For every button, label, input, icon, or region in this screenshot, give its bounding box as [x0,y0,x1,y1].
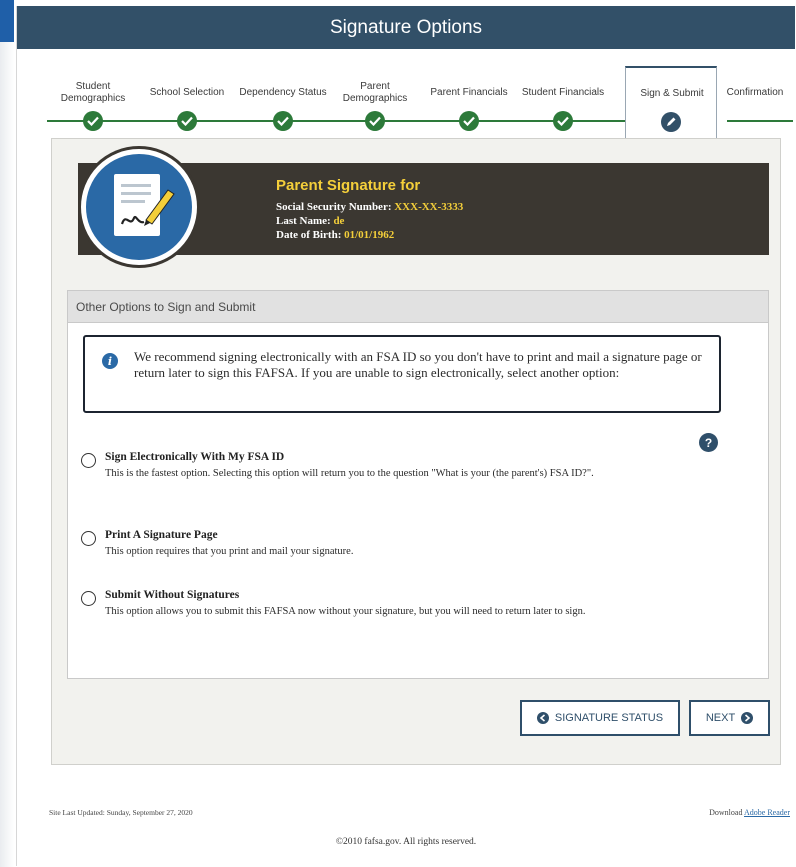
signature-status-label: SIGNATURE STATUS [554,712,664,724]
option-description: This option requires that you print and … [105,546,354,557]
check-icon [273,111,293,131]
check-icon [459,111,479,131]
step-confirmation[interactable]: Confirmation [717,66,793,141]
fafsa-app: Signature Options Student Demographics S… [16,6,795,866]
option-print-signature-page[interactable]: Print A Signature Page This option requi… [81,529,721,561]
step-label: Student Demographics [60,81,126,104]
check-icon [553,111,573,131]
last-name-row: Last Name: de [276,215,344,227]
step-parent-financials[interactable]: Parent Financials [423,66,515,141]
check-icon [365,111,385,131]
pencil-icon [661,112,681,132]
step-student-financials[interactable]: Student Financials [517,66,609,141]
radio-print-signature-page[interactable] [81,531,96,546]
adobe-reader-link[interactable]: Adobe Reader [744,808,790,817]
download-label: Download [709,808,743,817]
check-icon [83,111,103,131]
step-label: School Selection [149,87,225,98]
main-panel: Parent Signature for Social Security Num… [51,138,781,765]
option-title: Submit Without Signatures [105,589,240,601]
arrow-left-icon [536,712,549,724]
step-school-selection[interactable]: School Selection [141,66,233,141]
left-edge-shade [0,42,14,867]
option-sign-electronically[interactable]: Sign Electronically With My FSA ID This … [81,451,721,497]
step-sign-submit[interactable]: Sign & Submit [625,66,717,142]
option-title: Print A Signature Page [105,529,218,541]
step-label: Parent Demographics [342,81,408,104]
ssn-label: Social Security Number: [276,201,392,213]
signature-status-button[interactable]: SIGNATURE STATUS [520,700,680,736]
left-edge-accent [0,0,14,42]
check-icon [177,111,197,131]
next-label: NEXT [705,712,736,724]
step-label: Sign & Submit [640,88,704,99]
signature-banner: Parent Signature for Social Security Num… [78,149,769,265]
help-icon[interactable]: ? [699,433,718,452]
dob-value: 01/01/1962 [344,229,395,241]
option-description: This option allows you to submit this FA… [105,606,586,617]
step-label: Dependency Status [239,87,327,98]
arrow-right-icon [741,712,754,724]
copyright-text: ©2010 fafsa.gov. All rights reserved. [335,837,477,847]
last-name-label: Last Name: [276,215,331,227]
step-student-demographics[interactable]: Student Demographics [47,66,139,141]
ssn-row: Social Security Number: XXX-XX-3333 [276,201,463,213]
dob-row: Date of Birth: 01/01/1962 [276,229,394,241]
last-name-value: de [333,215,345,227]
signing-options-section: Other Options to Sign and Submit i We re… [67,290,769,679]
step-label: Parent Financials [430,87,508,98]
option-description: This is the fastest option. Selecting th… [105,468,594,479]
options-header: Other Options to Sign and Submit [68,291,768,323]
recommendation-text: We recommend signing electronically with… [134,349,702,380]
ssn-value: XXX-XX-3333 [394,201,464,213]
option-submit-without-signatures[interactable]: Submit Without Signatures This option al… [81,589,721,635]
next-button[interactable]: NEXT [689,700,770,736]
site-updated-text: Site Last Updated: Sunday, September 27,… [49,808,193,817]
option-title: Sign Electronically With My FSA ID [105,451,285,463]
radio-sign-electronically[interactable] [81,453,96,468]
download-reader: Download Adobe Reader [709,808,790,817]
recommendation-notice: i We recommend signing electronically wi… [83,335,721,413]
radio-submit-without-signatures[interactable] [81,591,96,606]
dob-label: Date of Birth: [276,229,342,241]
step-dependency-status[interactable]: Dependency Status [237,66,329,141]
step-label: Confirmation [726,87,784,98]
left-window-edge [0,0,14,867]
info-icon: i [102,353,118,369]
progress-steps: Student Demographics School Selection De… [47,66,793,142]
step-parent-demographics[interactable]: Parent Demographics [329,66,421,141]
page-title: Signature Options [17,6,795,49]
signature-document-icon [81,149,197,265]
signature-title: Parent Signature for [276,177,421,194]
step-label: Student Financials [521,87,605,98]
